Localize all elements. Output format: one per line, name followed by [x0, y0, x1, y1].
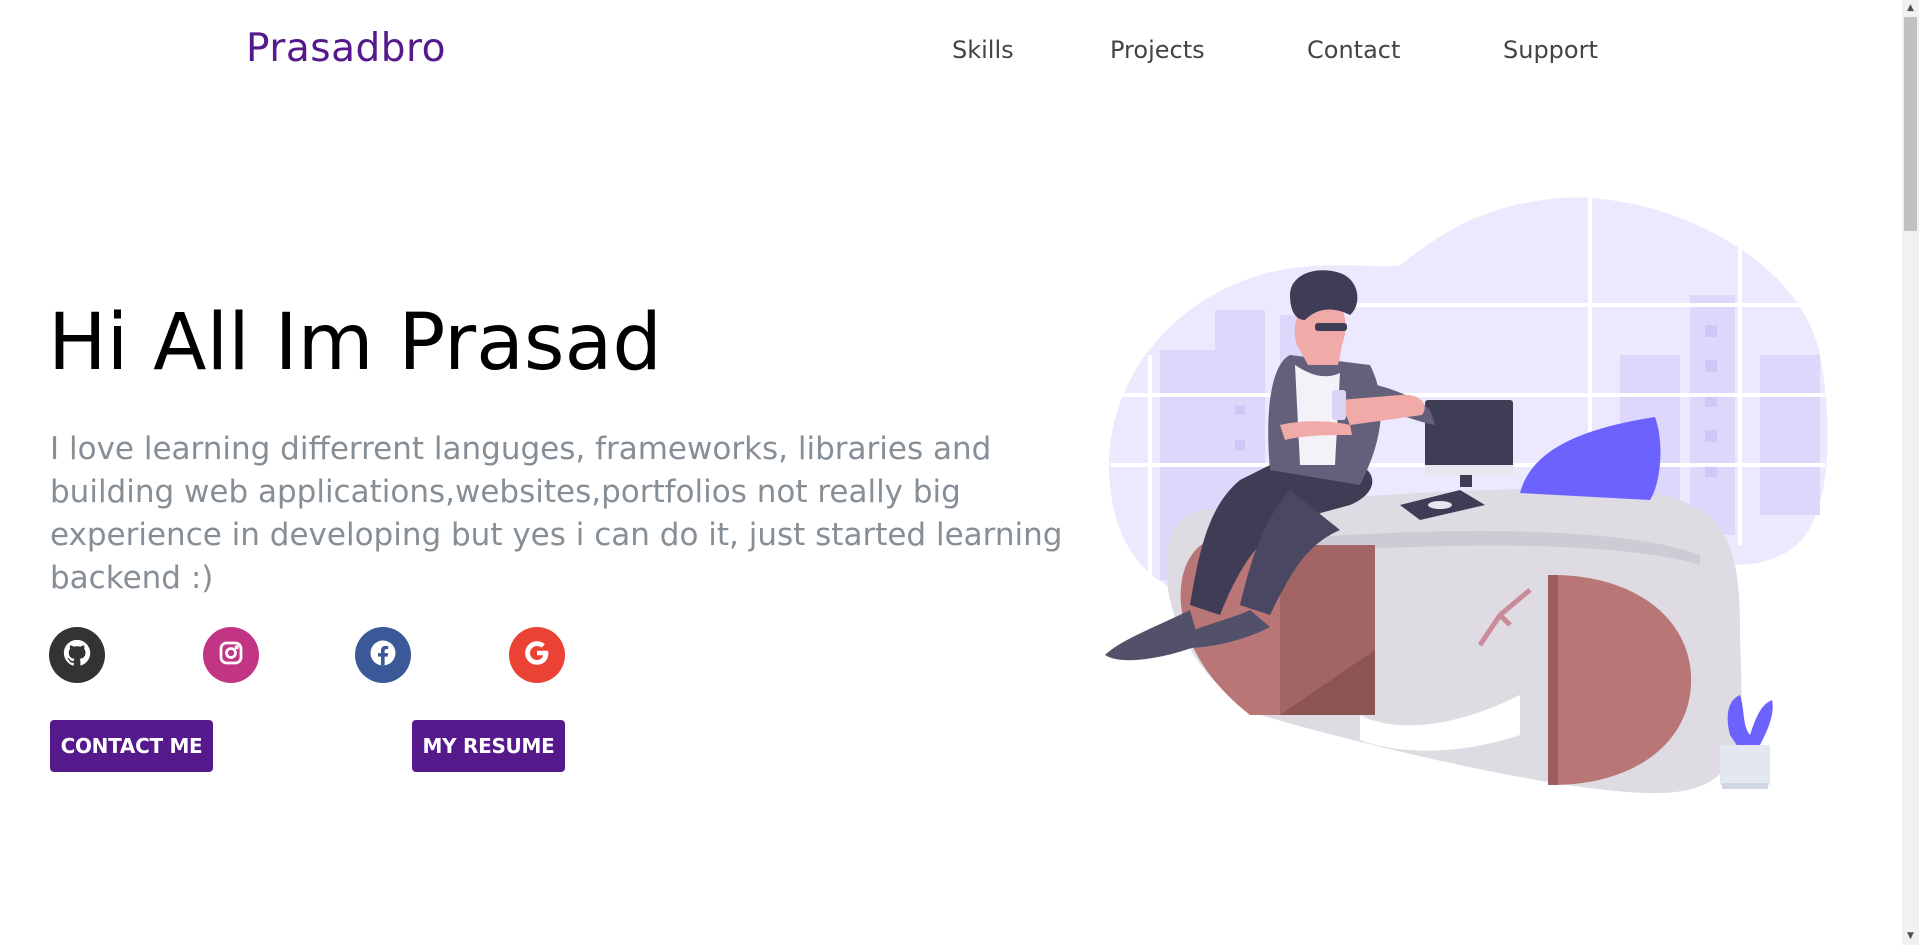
page: Prasadbro Skills Projects Contact Suppor…: [0, 0, 1919, 945]
facebook-link[interactable]: [355, 627, 411, 683]
google-link[interactable]: [509, 627, 565, 683]
main-nav: Skills Projects Contact Support: [0, 36, 1900, 66]
my-resume-button[interactable]: MY RESUME: [412, 720, 565, 772]
github-link[interactable]: [49, 627, 105, 683]
hero-subtitle: I love learning differrent languges, fra…: [50, 431, 1063, 596]
facebook-icon: [368, 638, 398, 672]
vertical-scrollbar[interactable]: ▲ ▼: [1902, 0, 1919, 945]
instagram-icon: [216, 638, 246, 672]
monitor-icon: [1425, 400, 1513, 470]
nav-link-contact[interactable]: Contact: [1307, 36, 1400, 64]
github-icon: [62, 638, 92, 672]
hero-title: Hi All Im Prasad: [48, 298, 662, 388]
scrollbar-thumb[interactable]: [1904, 17, 1917, 231]
scroll-up-arrow-icon[interactable]: ▲: [1902, 0, 1919, 17]
nav-link-projects[interactable]: Projects: [1110, 36, 1205, 64]
developer-illustration: [1105, 195, 1828, 794]
contact-me-button[interactable]: CONTACT ME: [50, 720, 213, 772]
nav-link-skills[interactable]: Skills: [952, 36, 1014, 64]
google-icon: [522, 638, 552, 672]
nav-link-support[interactable]: Support: [1503, 36, 1598, 64]
instagram-link[interactable]: [203, 627, 259, 683]
scroll-down-arrow-icon[interactable]: ▼: [1902, 928, 1919, 945]
